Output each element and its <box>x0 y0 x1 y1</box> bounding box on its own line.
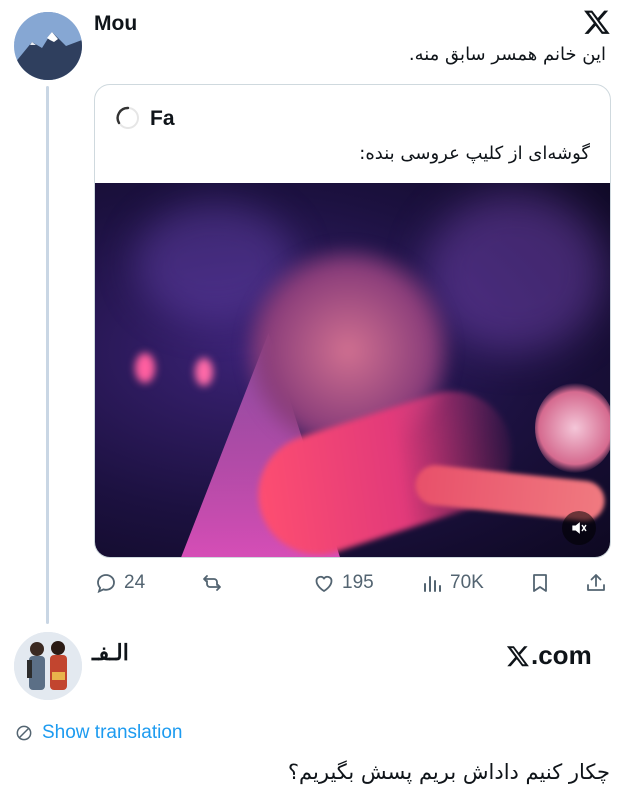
mountain-avatar-image <box>14 12 82 80</box>
author-name[interactable]: Mou <box>94 12 137 36</box>
like-button[interactable]: 195 <box>312 568 374 598</box>
quoted-tweet-text: گوشه‌ای از کلیپ عروسی بنده: <box>359 143 590 164</box>
views-icon <box>424 576 441 592</box>
share-button[interactable] <box>584 568 608 598</box>
retweet-icon <box>203 575 221 591</box>
thread-connector-line <box>46 86 49 624</box>
author-avatar[interactable] <box>14 12 82 80</box>
reply-author-name[interactable]: الـفـ <box>92 640 129 666</box>
show-translation-label: Show translation <box>42 722 183 743</box>
share-icon <box>587 574 605 591</box>
retweet-button[interactable] <box>200 568 224 598</box>
tweet-text: این خانم همسر سابق منه. <box>408 44 606 65</box>
quoted-author-name[interactable]: Fa <box>150 107 175 131</box>
quoted-tweet-card[interactable]: Fa گوشه‌ای از کلیپ عروسی بنده: <box>94 84 611 558</box>
globe-icon <box>16 725 32 741</box>
video-media[interactable] <box>95 183 610 557</box>
x-logo-icon <box>583 8 611 36</box>
candle-light <box>195 358 213 386</box>
reply-tweet-text: چکار کنیم داداش بریم پسش بگیریم؟ <box>287 760 610 784</box>
x-logo-icon <box>506 645 529 666</box>
x-com-text: .com <box>531 640 592 670</box>
reply-button[interactable]: 24 <box>94 568 145 598</box>
background-light <box>425 193 605 353</box>
candle-light <box>135 353 155 383</box>
x-com-watermark: .com <box>506 640 592 671</box>
reply-icon <box>97 574 115 594</box>
child-figure <box>535 383 610 473</box>
speaker-muted-icon <box>572 522 587 534</box>
heart-icon <box>315 575 333 593</box>
mute-button[interactable] <box>562 511 596 545</box>
bookmark-button[interactable] <box>528 568 552 598</box>
show-translation-link[interactable]: Show translation <box>14 722 182 744</box>
reply-count: 24 <box>124 572 146 593</box>
loading-spinner-icon <box>116 106 139 129</box>
like-count: 195 <box>342 572 374 593</box>
two-people-avatar-image <box>14 632 82 700</box>
bookmark-icon <box>533 574 547 592</box>
views-count: 70K <box>450 572 484 593</box>
quoted-author-avatar[interactable] <box>115 105 141 131</box>
reply-author-avatar[interactable] <box>14 632 82 700</box>
tweet-action-bar: 24 195 70K <box>94 568 614 598</box>
views-button[interactable]: 70K <box>420 568 484 598</box>
